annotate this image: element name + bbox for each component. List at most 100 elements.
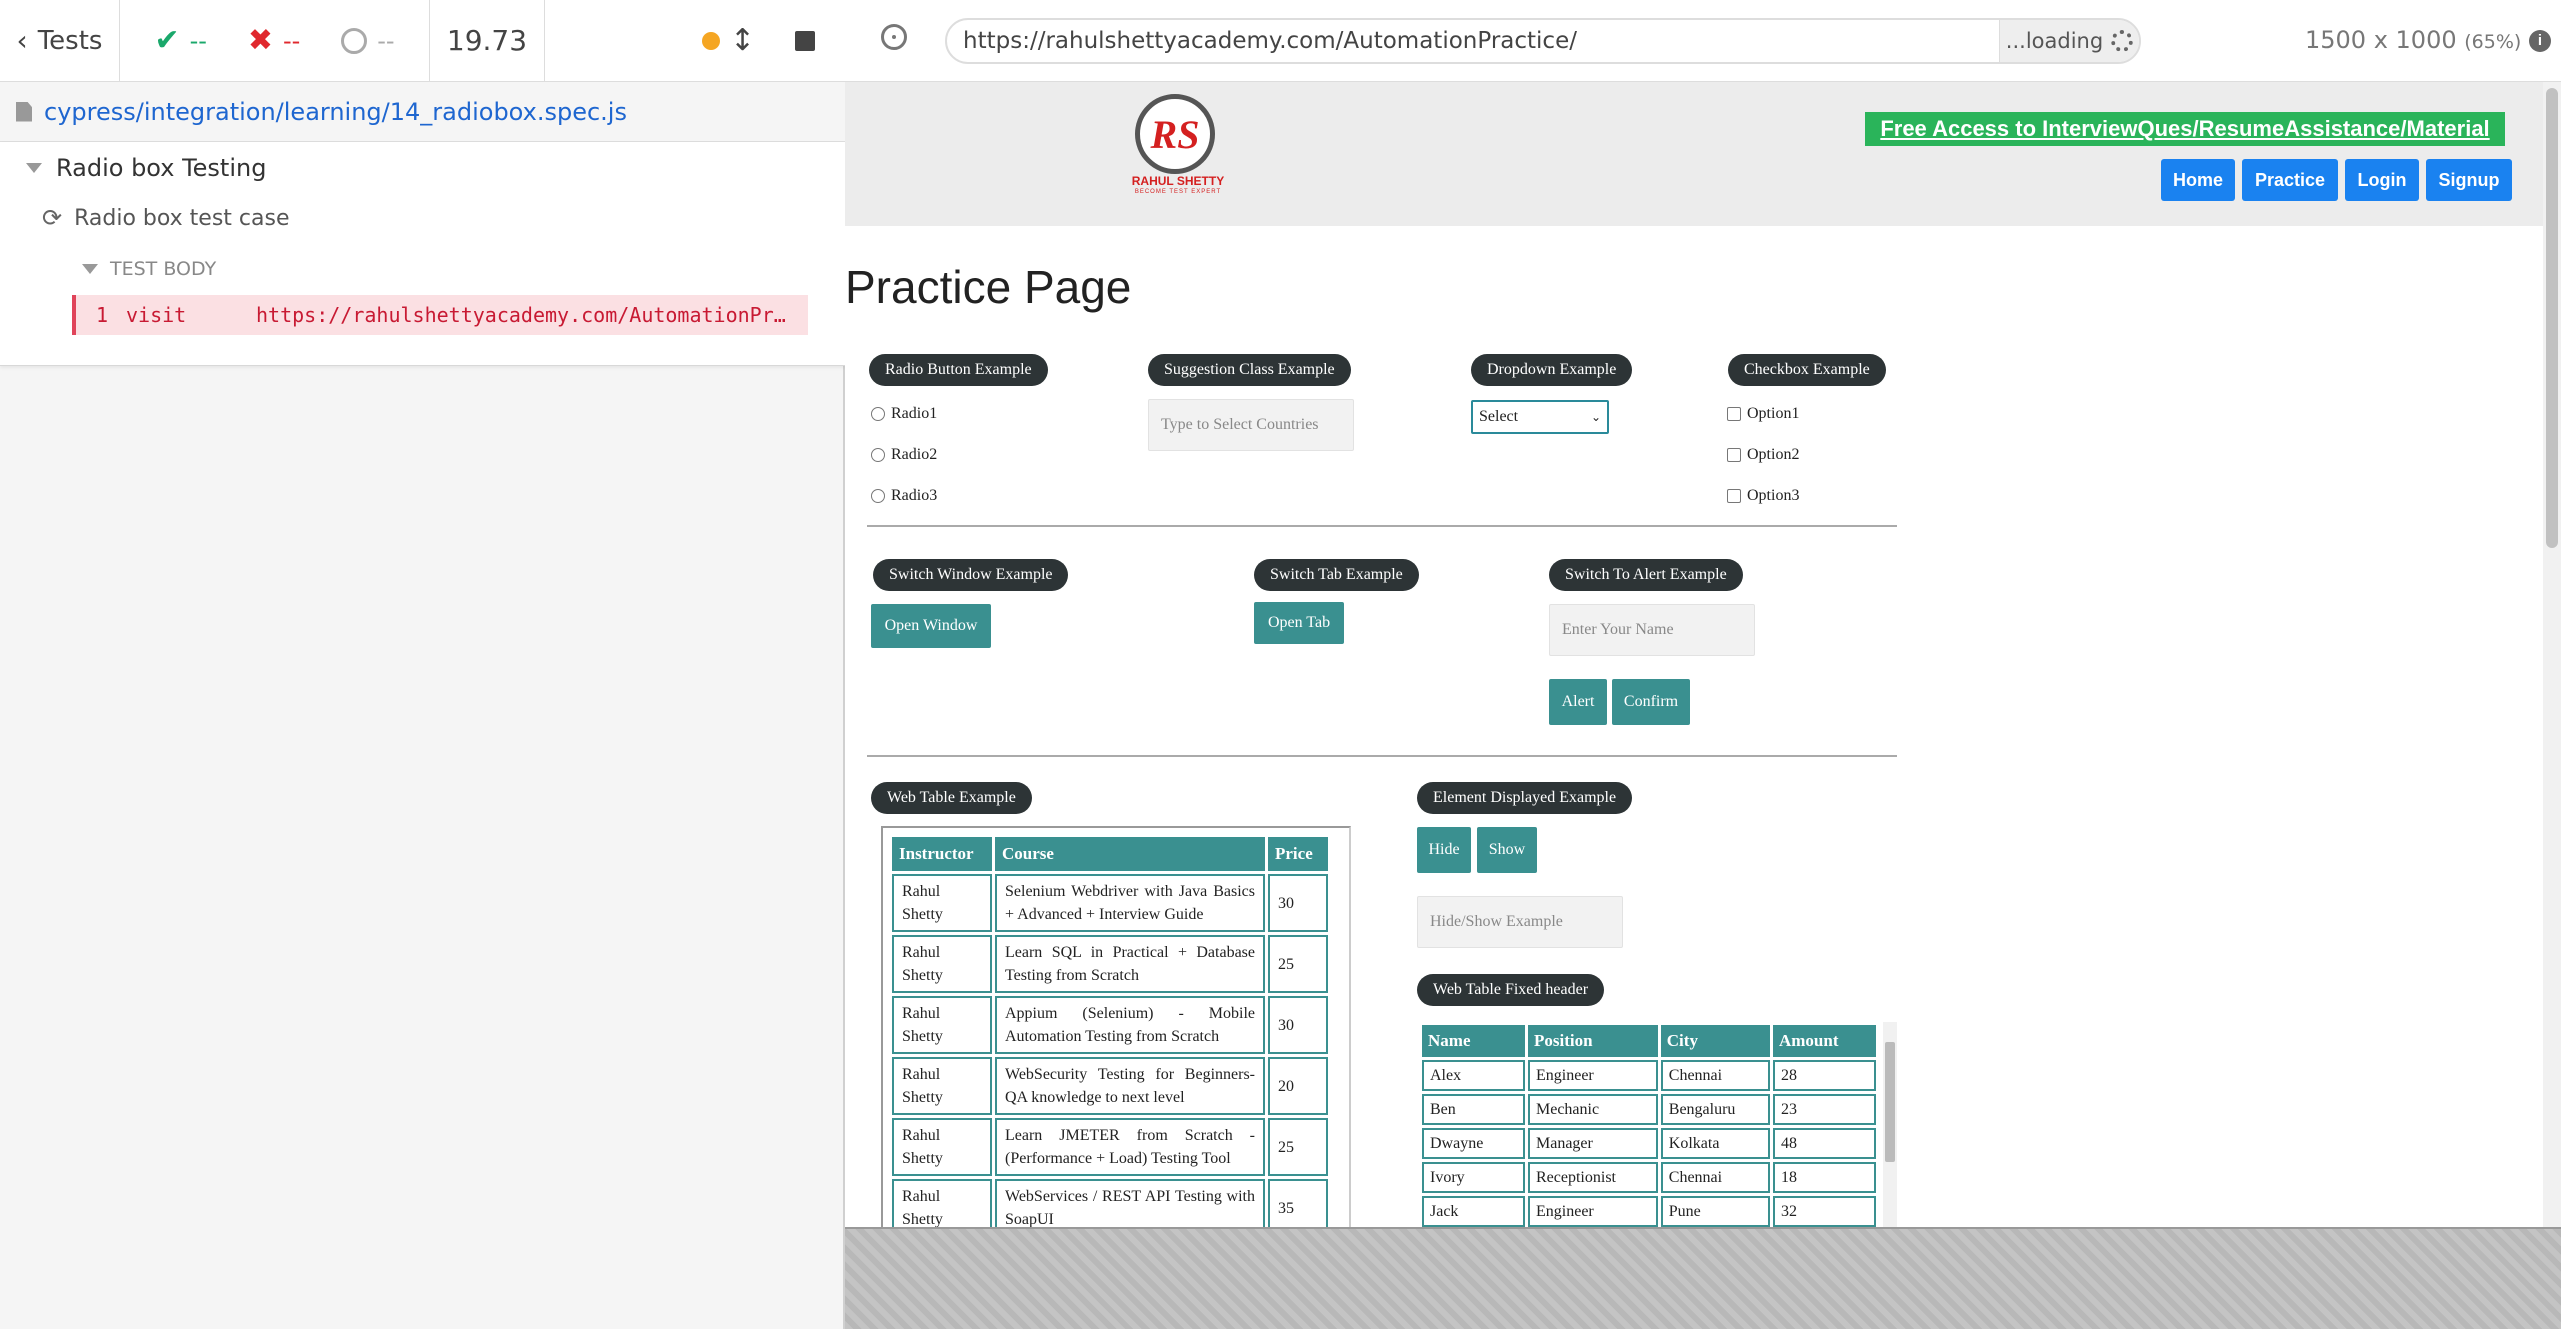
open-window-button[interactable]: Open Window xyxy=(871,604,991,648)
url-bar: https://rahulshettyacademy.com/Automatio… xyxy=(945,18,2141,64)
radio-section-title: Radio Button Example xyxy=(869,354,1048,386)
viewport-info[interactable]: 1500 x 1000 (65%) xyxy=(2305,26,2521,54)
switch-tab-title: Switch Tab Example xyxy=(1254,559,1419,591)
radio-circle[interactable] xyxy=(871,407,885,421)
radio-circle[interactable] xyxy=(871,489,885,503)
country-autocomplete-input[interactable]: Type to Select Countries xyxy=(1148,399,1354,451)
fixed-header-table: Name Position City Amount Alex Engineer Ch… xyxy=(1419,1022,1879,1227)
application-under-test: RS RAHUL SHETTY BECOME TEST EXPERT Free … xyxy=(845,82,2561,1227)
file-icon xyxy=(16,101,32,122)
checkbox-box[interactable] xyxy=(1727,489,1741,503)
zoom-level: (65%) xyxy=(2464,31,2522,53)
logo-name: RAHUL SHETTY xyxy=(1131,174,1225,188)
fixed-table-title: Web Table Fixed header xyxy=(1417,974,1605,1006)
checkbox-section-title: Checkbox Example xyxy=(1728,354,1886,386)
table-row: Rahul Shetty WebSecurity Testing for Begi… xyxy=(892,1057,1328,1115)
dropdown-section-title: Dropdown Example xyxy=(1471,354,1633,386)
scrollbar-thumb[interactable] xyxy=(2546,88,2558,548)
suite-title: Radio box Testing xyxy=(56,154,267,182)
table-row: Alex Engineer Chennai 28 xyxy=(1422,1060,1876,1091)
failed-count: -- xyxy=(282,26,301,55)
command-row[interactable]: 1 visit https://rahulshettyacademy.com/A… xyxy=(72,295,808,335)
test-case-row[interactable]: ⟳ Radio box test case xyxy=(42,204,290,232)
table-scrollbar[interactable] xyxy=(1883,1022,1897,1227)
site-header: RS RAHUL SHETTY BECOME TEST EXPERT Free … xyxy=(845,82,2543,226)
table-row: Ivory Receptionist Chennai 18 xyxy=(1422,1162,1876,1193)
table-header: Position xyxy=(1528,1025,1658,1057)
refresh-icon: ⟳ xyxy=(42,204,63,232)
radio-option-2[interactable]: Radio2 xyxy=(871,446,937,464)
tests-label: Tests xyxy=(37,25,103,56)
chevron-down-icon: ⌄ xyxy=(1590,409,1601,424)
table-header-row: Name Position City Amount xyxy=(1422,1025,1876,1057)
failed-stat: ✖ -- xyxy=(248,23,300,58)
auto-scroll-icon[interactable]: ↕ xyxy=(730,23,755,58)
checkbox-option-3[interactable]: Option3 xyxy=(1727,487,1799,505)
checkbox-option-2[interactable]: Option2 xyxy=(1727,446,1799,464)
chevron-left-icon: ‹ xyxy=(16,24,28,57)
stop-icon[interactable] xyxy=(795,30,815,51)
page-scrollbar[interactable] xyxy=(2543,82,2561,1227)
nav-login-button[interactable]: Login xyxy=(2345,159,2419,201)
rs-logo[interactable]: RS xyxy=(1135,94,1215,174)
table-row: Ben Mechanic Bengaluru 23 xyxy=(1422,1094,1876,1125)
viewport-size: 1500 x 1000 xyxy=(2305,26,2457,54)
name-input[interactable]: Enter Your Name xyxy=(1549,604,1755,656)
show-button[interactable]: Show xyxy=(1477,827,1537,873)
checkbox-box[interactable] xyxy=(1727,407,1741,421)
selector-playground-icon[interactable] xyxy=(881,24,907,50)
radio-circle[interactable] xyxy=(871,448,885,462)
passed-stat: ✔ -- xyxy=(154,23,206,58)
web-table: Instructor Course Price Rahul Shetty Sele… xyxy=(889,834,1331,1227)
table-header: City xyxy=(1660,1025,1770,1057)
radio-option-3[interactable]: Radio3 xyxy=(871,487,937,505)
nav-signup-button[interactable]: Signup xyxy=(2426,159,2512,201)
confirm-button[interactable]: Confirm xyxy=(1612,679,1690,725)
fixed-header-table-container[interactable]: Name Position City Amount Alex Engineer Ch… xyxy=(1419,1022,1897,1227)
table-header: Instructor xyxy=(892,837,992,871)
hide-button[interactable]: Hide xyxy=(1417,827,1471,873)
duration: 19.73 xyxy=(430,0,545,81)
passed-count: -- xyxy=(189,26,207,55)
web-table-title: Web Table Example xyxy=(871,782,1032,814)
url-text: https://rahulshettyacademy.com/Automatio… xyxy=(963,28,1577,54)
alert-button[interactable]: Alert xyxy=(1549,679,1607,725)
radio-option-1[interactable]: Radio1 xyxy=(871,405,937,423)
pending-count: -- xyxy=(377,26,395,55)
test-body-header[interactable]: TEST BODY xyxy=(82,258,216,280)
command-message: https://rahulshettyacademy.com/Automatio… xyxy=(256,303,808,327)
aut-header: https://rahulshettyacademy.com/Automatio… xyxy=(845,0,2561,82)
nav-practice-button[interactable]: Practice xyxy=(2242,159,2338,201)
spec-file-bar: cypress/integration/learning/14_radiobox… xyxy=(0,82,845,142)
run-controls: ↕ xyxy=(545,0,845,81)
checkbox-box[interactable] xyxy=(1727,448,1741,462)
open-tab-button[interactable]: Open Tab xyxy=(1254,602,1344,644)
running-indicator-icon xyxy=(701,31,720,50)
scrollbar-thumb[interactable] xyxy=(1885,1042,1895,1162)
reporter-panel: ‹ Tests ✔ -- ✖ -- -- 19.73 ↕ cypress/int… xyxy=(0,0,845,1329)
table-header: Amount xyxy=(1772,1025,1876,1057)
displayed-text-input[interactable]: Hide/Show Example xyxy=(1417,896,1623,948)
aut-background xyxy=(845,1227,2561,1329)
checkbox-option-1[interactable]: Option1 xyxy=(1727,405,1799,423)
spec-path-link[interactable]: cypress/integration/learning/14_radiobox… xyxy=(44,98,627,126)
info-icon[interactable]: i xyxy=(2529,30,2551,52)
nav-home-button[interactable]: Home xyxy=(2161,159,2235,201)
loading-indicator: ...loading xyxy=(1999,20,2139,62)
table-row: Rahul Shetty Selenium Webdriver with Java… xyxy=(892,874,1328,932)
command-name: visit xyxy=(126,303,187,327)
command-number: 1 xyxy=(95,303,108,327)
element-displayed-title: Element Displayed Example xyxy=(1417,782,1633,814)
caret-down-icon xyxy=(82,264,98,274)
back-to-tests-button[interactable]: ‹ Tests xyxy=(0,0,120,81)
dropdown-select[interactable]: Select ⌄ xyxy=(1471,400,1609,434)
table-header-row: Instructor Course Price xyxy=(892,837,1328,871)
check-icon: ✔ xyxy=(154,23,180,58)
switch-window-title: Switch Window Example xyxy=(873,559,1069,591)
pending-stat: -- xyxy=(341,26,395,55)
spinner-icon xyxy=(2111,30,2134,52)
x-icon: ✖ xyxy=(247,23,273,58)
page-title: Practice Page xyxy=(845,261,1132,313)
free-access-link[interactable]: Free Access to InterviewQues/ResumeAssis… xyxy=(1865,112,2505,146)
suite-row[interactable]: Radio box Testing xyxy=(26,154,266,182)
